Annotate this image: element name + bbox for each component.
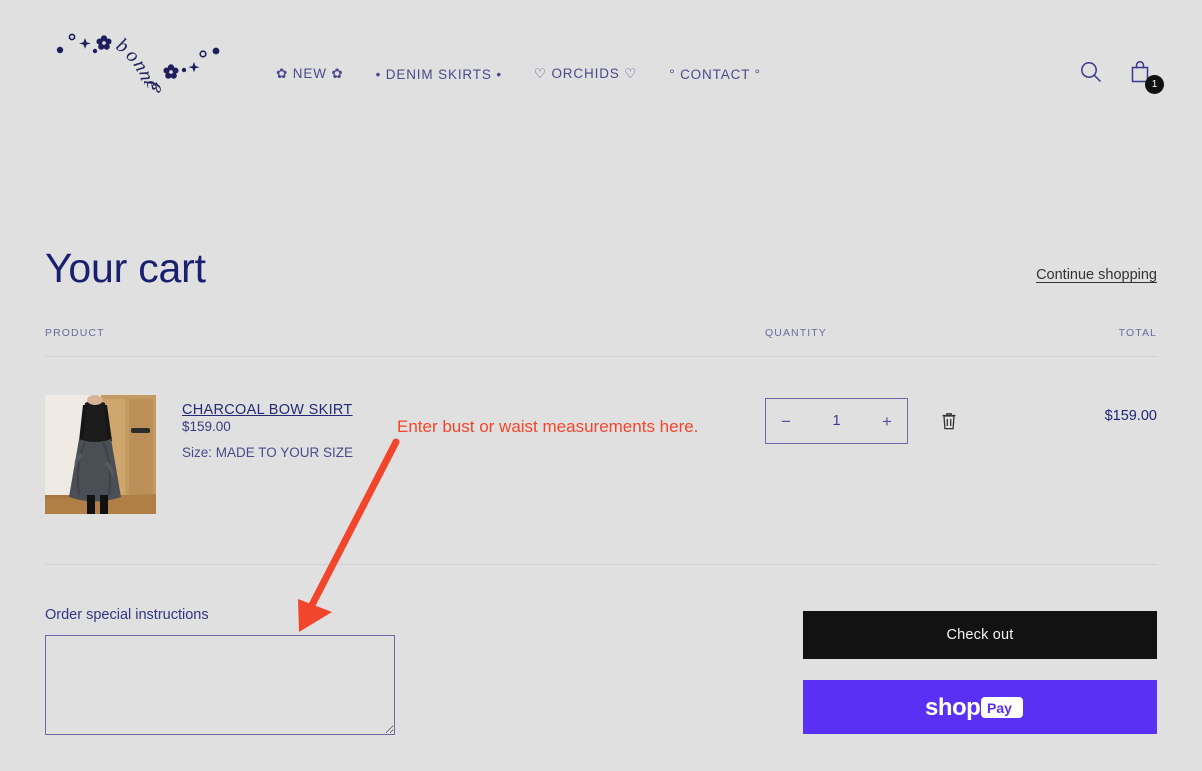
site-header: b o n n i e e ✿ NEW ✿ • DENIM SKIRTS • ♡… (0, 0, 1202, 110)
product-thumbnail[interactable] (45, 395, 156, 514)
line-item-total: $159.00 (1104, 408, 1157, 424)
nav-item-orchids[interactable]: ♡ ORCHIDS ♡ (530, 66, 665, 82)
remove-item-button[interactable] (940, 411, 958, 431)
checkout-group: Check out shop Pay (803, 607, 1157, 735)
column-header-total: TOTAL (1118, 327, 1157, 339)
cart-page: Your cart Continue shopping PRODUCT QUAN… (0, 248, 1202, 735)
shop-pay-button[interactable]: shop Pay (803, 680, 1157, 734)
quantity-stepper[interactable]: − + (765, 398, 908, 444)
cart-footer: Order special instructions Check out sho… (45, 607, 1157, 735)
svg-text:shop: shop (925, 694, 980, 721)
product-info: CHARCOAL BOW SKIRT $159.00 Size: MADE TO… (182, 395, 353, 514)
nav-item-contact[interactable]: ° CONTACT ° (665, 67, 789, 82)
column-header-product: PRODUCT (45, 327, 105, 339)
shop-pay-logo: shop Pay (925, 694, 1023, 721)
page-title: Your cart (45, 245, 206, 291)
cart-line-item: CHARCOAL BOW SKIRT $159.00 Size: MADE TO… (45, 357, 1157, 565)
cart-table-header: PRODUCT QUANTITY TOTAL (45, 327, 1157, 357)
product-image (45, 395, 156, 514)
svg-text:e: e (146, 80, 170, 97)
continue-shopping-link[interactable]: Continue shopping (1036, 267, 1157, 283)
trash-icon (942, 413, 956, 430)
nav-item-denim-skirts[interactable]: • DENIM SKIRTS • (372, 67, 530, 82)
cart-table: PRODUCT QUANTITY TOTAL CHARCOAL BOW SKIR… (45, 327, 1157, 565)
product-title[interactable]: CHARCOAL BOW SKIRT (182, 402, 353, 418)
order-notes-input[interactable] (45, 635, 395, 735)
column-header-quantity: QUANTITY (765, 327, 827, 339)
header-actions: 1 (1078, 58, 1164, 94)
search-icon (1081, 62, 1102, 83)
order-notes-group: Order special instructions (45, 607, 395, 735)
nav-item-new[interactable]: ✿ NEW ✿ (276, 66, 372, 82)
main-navigation: ✿ NEW ✿ • DENIM SKIRTS • ♡ ORCHIDS ♡ ° C… (276, 66, 789, 82)
product-cell: CHARCOAL BOW SKIRT $159.00 Size: MADE TO… (45, 395, 765, 514)
cart-count-badge: 1 (1145, 75, 1164, 94)
product-variant: Size: MADE TO YOUR SIZE (182, 445, 354, 460)
quantity-input[interactable] (808, 413, 865, 429)
quantity-cell: − + (765, 395, 1015, 444)
product-price: $159.00 (182, 419, 231, 434)
cart-header-row: Your cart Continue shopping (45, 248, 1157, 289)
cart-button[interactable]: 1 (1126, 58, 1164, 94)
order-notes-label: Order special instructions (45, 607, 209, 623)
quantity-increase-button[interactable]: + (867, 399, 907, 443)
site-logo[interactable]: b o n n i e e (44, 10, 234, 97)
svg-text:Pay: Pay (987, 700, 1012, 716)
quantity-decrease-button[interactable]: − (766, 399, 806, 443)
search-button[interactable] (1078, 59, 1104, 85)
checkout-button[interactable]: Check out (803, 611, 1157, 659)
